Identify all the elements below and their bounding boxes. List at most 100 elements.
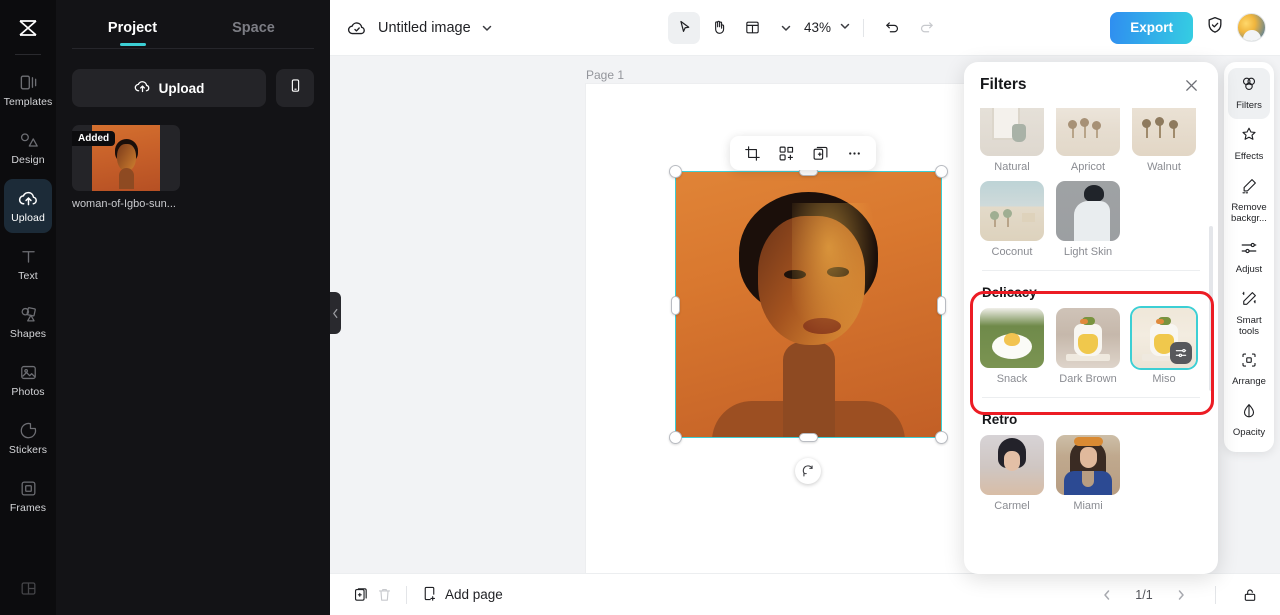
tab-project[interactable]: Project: [72, 12, 193, 48]
filter-item-snack[interactable]: Snack: [980, 308, 1044, 385]
filters-panel-body[interactable]: Natural Apricot Walnut Coconut Light Ski…: [964, 108, 1218, 574]
resize-handle-bottom-right[interactable]: [935, 431, 948, 444]
design-icon: [17, 129, 39, 151]
redo-button[interactable]: [910, 12, 942, 44]
resize-handle-right[interactable]: [937, 296, 946, 315]
zoom-value[interactable]: 43%: [804, 20, 831, 35]
cloud-saved-icon[interactable]: [344, 15, 370, 41]
resize-handle-left[interactable]: [671, 296, 680, 315]
asset-thumbnail[interactable]: Added: [72, 125, 180, 191]
duplicate-button[interactable]: [806, 139, 834, 167]
close-icon[interactable]: [1180, 74, 1202, 96]
upload-from-phone-button[interactable]: [276, 69, 314, 107]
sidebar-item-label: Design: [11, 154, 45, 167]
frames-icon: [17, 477, 39, 499]
sidebar-item-upload[interactable]: Upload: [4, 179, 52, 233]
filter-item-dark-brown[interactable]: Dark Brown: [1056, 308, 1120, 385]
filter-item-miso[interactable]: Miso: [1132, 308, 1196, 385]
right-item-opacity[interactable]: Opacity: [1228, 395, 1270, 446]
delete-page-button[interactable]: [372, 583, 396, 607]
right-item-effects[interactable]: Effects: [1228, 119, 1270, 170]
sidebar-item-label: Templates: [3, 96, 53, 109]
right-item-label: Smart tools: [1236, 314, 1262, 337]
sidebar-item-photos[interactable]: Photos: [4, 353, 52, 407]
right-item-label: Remove backgr...: [1231, 201, 1267, 224]
filter-item-walnut[interactable]: Walnut: [1132, 108, 1196, 173]
right-item-filters[interactable]: Filters: [1228, 68, 1270, 119]
adjust-icon: [1240, 239, 1258, 262]
filter-label: Apricot: [1070, 161, 1106, 173]
upload-button[interactable]: Upload: [72, 69, 266, 107]
rotate-handle[interactable]: [795, 458, 821, 484]
layout-tool-button[interactable]: [736, 12, 768, 44]
stickers-icon: [17, 419, 39, 441]
smart-cutout-button[interactable]: [772, 139, 800, 167]
sidebar-item-templates[interactable]: Templates: [4, 63, 52, 117]
duplicate-page-button[interactable]: [348, 583, 372, 607]
more-options-button[interactable]: [840, 139, 868, 167]
left-tool-rail: Templates Design Upload Text Shapes Phot…: [0, 0, 56, 615]
prev-page-button[interactable]: [1095, 583, 1119, 607]
filter-label: Natural: [994, 161, 1030, 173]
zoom-chevron-down-icon[interactable]: [839, 19, 851, 37]
tab-space[interactable]: Space: [193, 12, 314, 48]
shield-check-icon[interactable]: [1205, 15, 1225, 40]
right-item-label: Effects: [1234, 150, 1264, 162]
hand-tool-button[interactable]: [702, 12, 734, 44]
right-item-label: Opacity: [1232, 427, 1266, 439]
filter-item-apricot[interactable]: Apricot: [1056, 108, 1120, 173]
portrait-art: [675, 171, 942, 438]
adjust-sliders-icon[interactable]: [1170, 342, 1192, 364]
right-item-smart-tools[interactable]: Smart tools: [1228, 283, 1270, 345]
zoom-control[interactable]: 43%: [804, 19, 851, 37]
filter-thumbnail: [980, 435, 1044, 495]
select-tool-button[interactable]: [667, 11, 700, 44]
asset-item[interactable]: Added woman-of-Igbo-sun...: [72, 125, 180, 210]
filter-item-coconut[interactable]: Coconut: [980, 181, 1044, 258]
canvas-tools: 43%: [667, 11, 942, 44]
right-tool-rail: Filters Effects Remove backgr... Adjust …: [1224, 62, 1274, 453]
sidebar-item-shapes[interactable]: Shapes: [4, 295, 52, 349]
filters-icon: [1240, 75, 1258, 98]
panel-tabs: Project Space: [72, 0, 314, 48]
effects-icon: [1240, 126, 1258, 149]
capcut-logo-icon[interactable]: [8, 8, 48, 48]
sidebar-item-frames[interactable]: Frames: [4, 469, 52, 523]
filter-label: Light Skin: [1063, 246, 1113, 258]
sidebar-item-stickers[interactable]: Stickers: [4, 411, 52, 465]
filter-item-carmel[interactable]: Carmel: [980, 435, 1044, 512]
resize-handle-bottom-left[interactable]: [669, 431, 682, 444]
filter-thumbnail: [1056, 181, 1120, 241]
crop-button[interactable]: [738, 139, 766, 167]
avatar[interactable]: [1237, 13, 1266, 42]
page-label: Page 1: [586, 68, 625, 82]
filter-thumbnail: [1056, 308, 1120, 368]
resize-handle-top-left[interactable]: [669, 165, 682, 178]
undo-button[interactable]: [876, 12, 908, 44]
filter-item-light-skin[interactable]: Light Skin: [1056, 181, 1120, 258]
layout-chevron-down-icon[interactable]: [780, 22, 792, 34]
lock-button[interactable]: [1238, 583, 1262, 607]
right-item-adjust[interactable]: Adjust: [1228, 232, 1270, 283]
right-item-arrange[interactable]: Arrange: [1228, 344, 1270, 395]
resize-handle-top-right[interactable]: [935, 165, 948, 178]
sidebar-item-design[interactable]: Design: [4, 121, 52, 175]
document-title[interactable]: Untitled image: [378, 20, 471, 36]
resize-handle-bottom[interactable]: [799, 433, 818, 442]
export-button[interactable]: Export: [1110, 11, 1193, 44]
filter-item-miami[interactable]: Miami: [1056, 435, 1120, 512]
right-item-remove-background[interactable]: Remove backgr...: [1228, 170, 1270, 232]
add-page-button[interactable]: Add page: [421, 585, 503, 605]
rail-divider: [15, 54, 41, 55]
filter-thumbnail: [1132, 108, 1196, 156]
asset-added-badge: Added: [72, 131, 116, 146]
chevron-down-icon[interactable]: [481, 22, 493, 34]
sidebar-item-text[interactable]: Text: [4, 237, 52, 291]
selected-image[interactable]: [675, 171, 942, 438]
panel-collapse-handle[interactable]: [330, 292, 341, 334]
filter-group-delicacy: Delicacy Snack Dark Brown Miso: [980, 271, 1202, 398]
layout-panel-icon[interactable]: [19, 579, 38, 603]
filter-item-natural[interactable]: Natural: [980, 108, 1044, 173]
filters-scrollbar[interactable]: [1209, 226, 1213, 391]
next-page-button[interactable]: [1169, 583, 1193, 607]
